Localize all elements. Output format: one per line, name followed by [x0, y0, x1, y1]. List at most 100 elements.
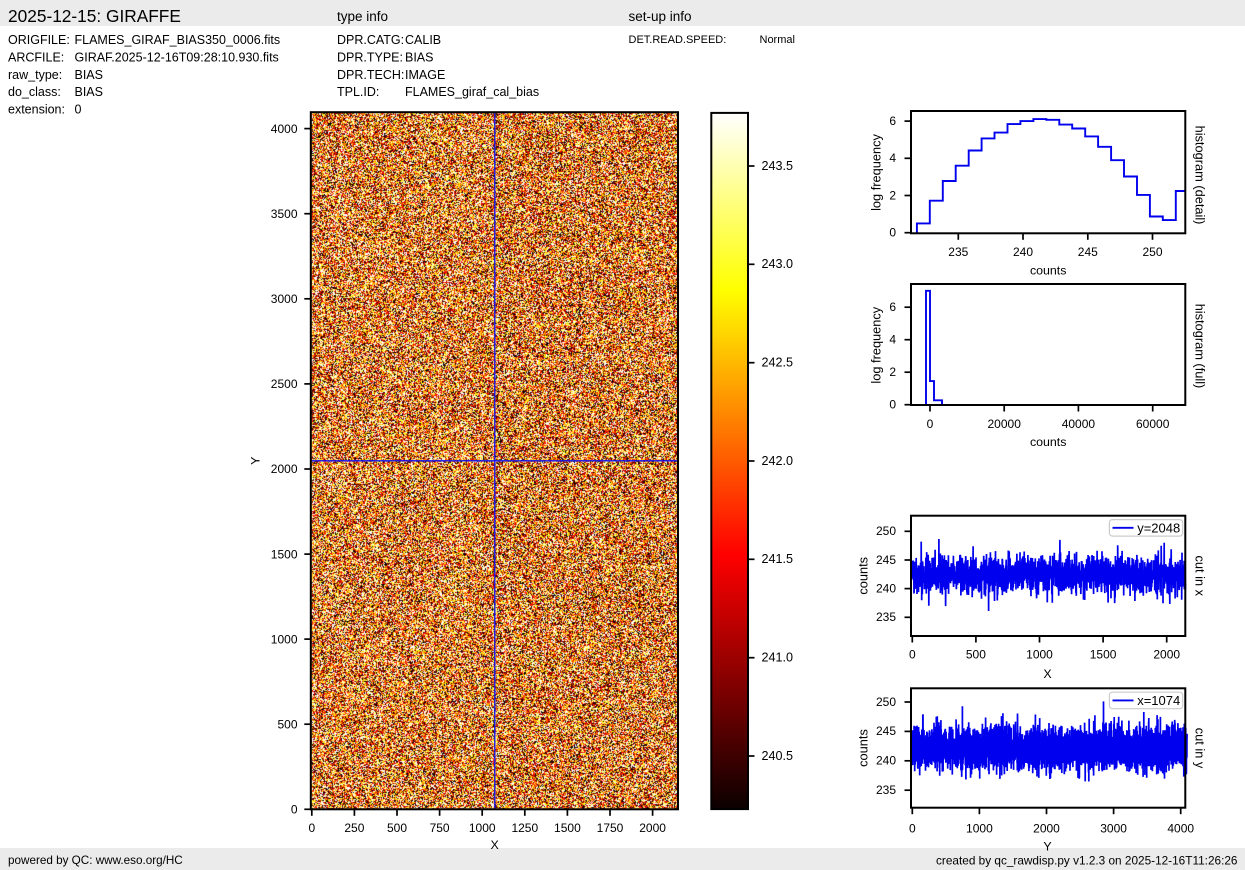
svg-text:X: X — [490, 838, 498, 852]
svg-text:BIAS: BIAS — [75, 68, 104, 82]
svg-text:242.0: 242.0 — [762, 454, 794, 468]
svg-text:GIRAF.2025-12-16T09:28:10.930.: GIRAF.2025-12-16T09:28:10.930.fits — [75, 50, 279, 64]
svg-text:Normal: Normal — [760, 34, 795, 46]
svg-text:4: 4 — [889, 151, 896, 165]
svg-text:log frequency: log frequency — [869, 306, 884, 383]
svg-text:y=2048: y=2048 — [1137, 520, 1180, 535]
svg-text:750: 750 — [430, 821, 450, 835]
svg-text:histogram (full): histogram (full) — [1193, 304, 1208, 389]
svg-text:BIAS: BIAS — [75, 85, 104, 99]
svg-text:DPR.TECH:: DPR.TECH: — [337, 68, 404, 82]
svg-text:1750: 1750 — [597, 821, 624, 835]
svg-text:241.0: 241.0 — [762, 651, 794, 665]
svg-text:3000: 3000 — [271, 292, 298, 306]
svg-text:2000: 2000 — [271, 462, 298, 476]
svg-text:241.5: 241.5 — [762, 552, 794, 566]
svg-text:500: 500 — [966, 648, 986, 662]
svg-text:counts: counts — [1030, 435, 1067, 449]
svg-text:240: 240 — [876, 581, 896, 595]
svg-text:20000: 20000 — [988, 417, 1022, 431]
svg-text:2025-12-15: GIRAFFE: 2025-12-15: GIRAFFE — [8, 6, 181, 26]
svg-text:raw_type:: raw_type: — [8, 68, 62, 82]
svg-text:1250: 1250 — [511, 821, 538, 835]
svg-text:235: 235 — [876, 610, 896, 624]
svg-text:FLAMES_GIRAF_BIAS350_0006.fits: FLAMES_GIRAF_BIAS350_0006.fits — [75, 33, 281, 47]
svg-text:243.0: 243.0 — [762, 257, 794, 271]
svg-text:counts: counts — [856, 729, 871, 767]
svg-text:DET.READ.SPEED:: DET.READ.SPEED: — [629, 34, 727, 46]
svg-text:40000: 40000 — [1062, 417, 1096, 431]
svg-text:set-up info: set-up info — [629, 9, 692, 24]
svg-text:250: 250 — [876, 695, 896, 709]
svg-text:245: 245 — [876, 724, 896, 738]
svg-text:2000: 2000 — [639, 821, 666, 835]
svg-text:243.5: 243.5 — [762, 159, 794, 173]
svg-text:extension:: extension: — [8, 103, 65, 117]
svg-text:0: 0 — [308, 821, 315, 835]
svg-text:500: 500 — [277, 717, 297, 731]
svg-text:0: 0 — [889, 398, 896, 412]
svg-text:1000: 1000 — [966, 821, 993, 835]
svg-text:ORIGFILE:: ORIGFILE: — [8, 33, 70, 47]
svg-text:Y: Y — [1043, 840, 1051, 854]
svg-text:250: 250 — [876, 524, 896, 538]
svg-text:60000: 60000 — [1136, 417, 1170, 431]
svg-text:4000: 4000 — [1167, 821, 1194, 835]
svg-text:cut in y: cut in y — [1193, 728, 1208, 769]
svg-text:type info: type info — [337, 9, 388, 24]
svg-text:IMAGE: IMAGE — [405, 68, 445, 82]
svg-text:500: 500 — [387, 821, 407, 835]
svg-text:1000: 1000 — [271, 632, 298, 646]
svg-text:histogram (detail): histogram (detail) — [1193, 126, 1208, 225]
svg-text:245: 245 — [1078, 245, 1098, 259]
svg-text:250: 250 — [344, 821, 364, 835]
svg-text:4000: 4000 — [271, 122, 298, 136]
svg-text:1500: 1500 — [554, 821, 581, 835]
svg-text:FLAMES_giraf_cal_bias: FLAMES_giraf_cal_bias — [405, 85, 539, 99]
svg-text:log frequency: log frequency — [869, 133, 884, 210]
svg-text:Y: Y — [249, 457, 263, 465]
svg-text:0: 0 — [75, 103, 82, 117]
svg-text:0: 0 — [291, 803, 298, 817]
svg-text:cut in x: cut in x — [1193, 556, 1208, 597]
svg-text:240: 240 — [876, 754, 896, 768]
svg-text:counts: counts — [856, 557, 871, 595]
svg-text:1000: 1000 — [1026, 648, 1053, 662]
svg-text:1500: 1500 — [271, 547, 298, 561]
svg-text:2: 2 — [889, 365, 896, 379]
svg-text:counts: counts — [1030, 263, 1067, 277]
svg-text:2500: 2500 — [271, 377, 298, 391]
svg-text:2000: 2000 — [1033, 821, 1060, 835]
svg-text:x=1074: x=1074 — [1137, 693, 1180, 708]
svg-text:0: 0 — [889, 226, 896, 240]
svg-text:do_class:: do_class: — [8, 85, 61, 99]
svg-text:0: 0 — [909, 648, 916, 662]
svg-text:DPR.CATG:: DPR.CATG: — [337, 33, 404, 47]
svg-text:6: 6 — [889, 114, 896, 128]
svg-text:3000: 3000 — [1100, 821, 1127, 835]
svg-text:powered by QC: www.eso.org/HC: powered by QC: www.eso.org/HC — [8, 854, 183, 867]
svg-text:2: 2 — [889, 188, 896, 202]
svg-text:X: X — [1043, 667, 1051, 681]
svg-text:235: 235 — [876, 783, 896, 797]
svg-text:created by qc_rawdisp.py v1.2.: created by qc_rawdisp.py v1.2.3 on 2025-… — [936, 854, 1238, 868]
svg-text:CALIB: CALIB — [405, 33, 441, 47]
svg-text:6: 6 — [889, 300, 896, 314]
svg-text:1000: 1000 — [469, 821, 496, 835]
svg-text:0: 0 — [909, 821, 916, 835]
svg-text:DPR.TYPE:: DPR.TYPE: — [337, 50, 403, 64]
svg-text:235: 235 — [948, 245, 968, 259]
svg-text:250: 250 — [1142, 245, 1162, 259]
svg-text:245: 245 — [876, 553, 896, 567]
svg-text:1500: 1500 — [1090, 648, 1117, 662]
svg-text:242.5: 242.5 — [762, 356, 794, 370]
svg-text:ARCFILE:: ARCFILE: — [8, 50, 64, 64]
svg-text:3500: 3500 — [271, 207, 298, 221]
svg-text:BIAS: BIAS — [405, 50, 434, 64]
svg-text:0: 0 — [927, 417, 934, 431]
svg-text:240: 240 — [1013, 245, 1033, 259]
svg-text:TPL.ID:: TPL.ID: — [337, 85, 379, 99]
svg-text:2000: 2000 — [1153, 648, 1180, 662]
svg-text:240.5: 240.5 — [762, 749, 794, 763]
svg-text:4: 4 — [889, 333, 896, 347]
